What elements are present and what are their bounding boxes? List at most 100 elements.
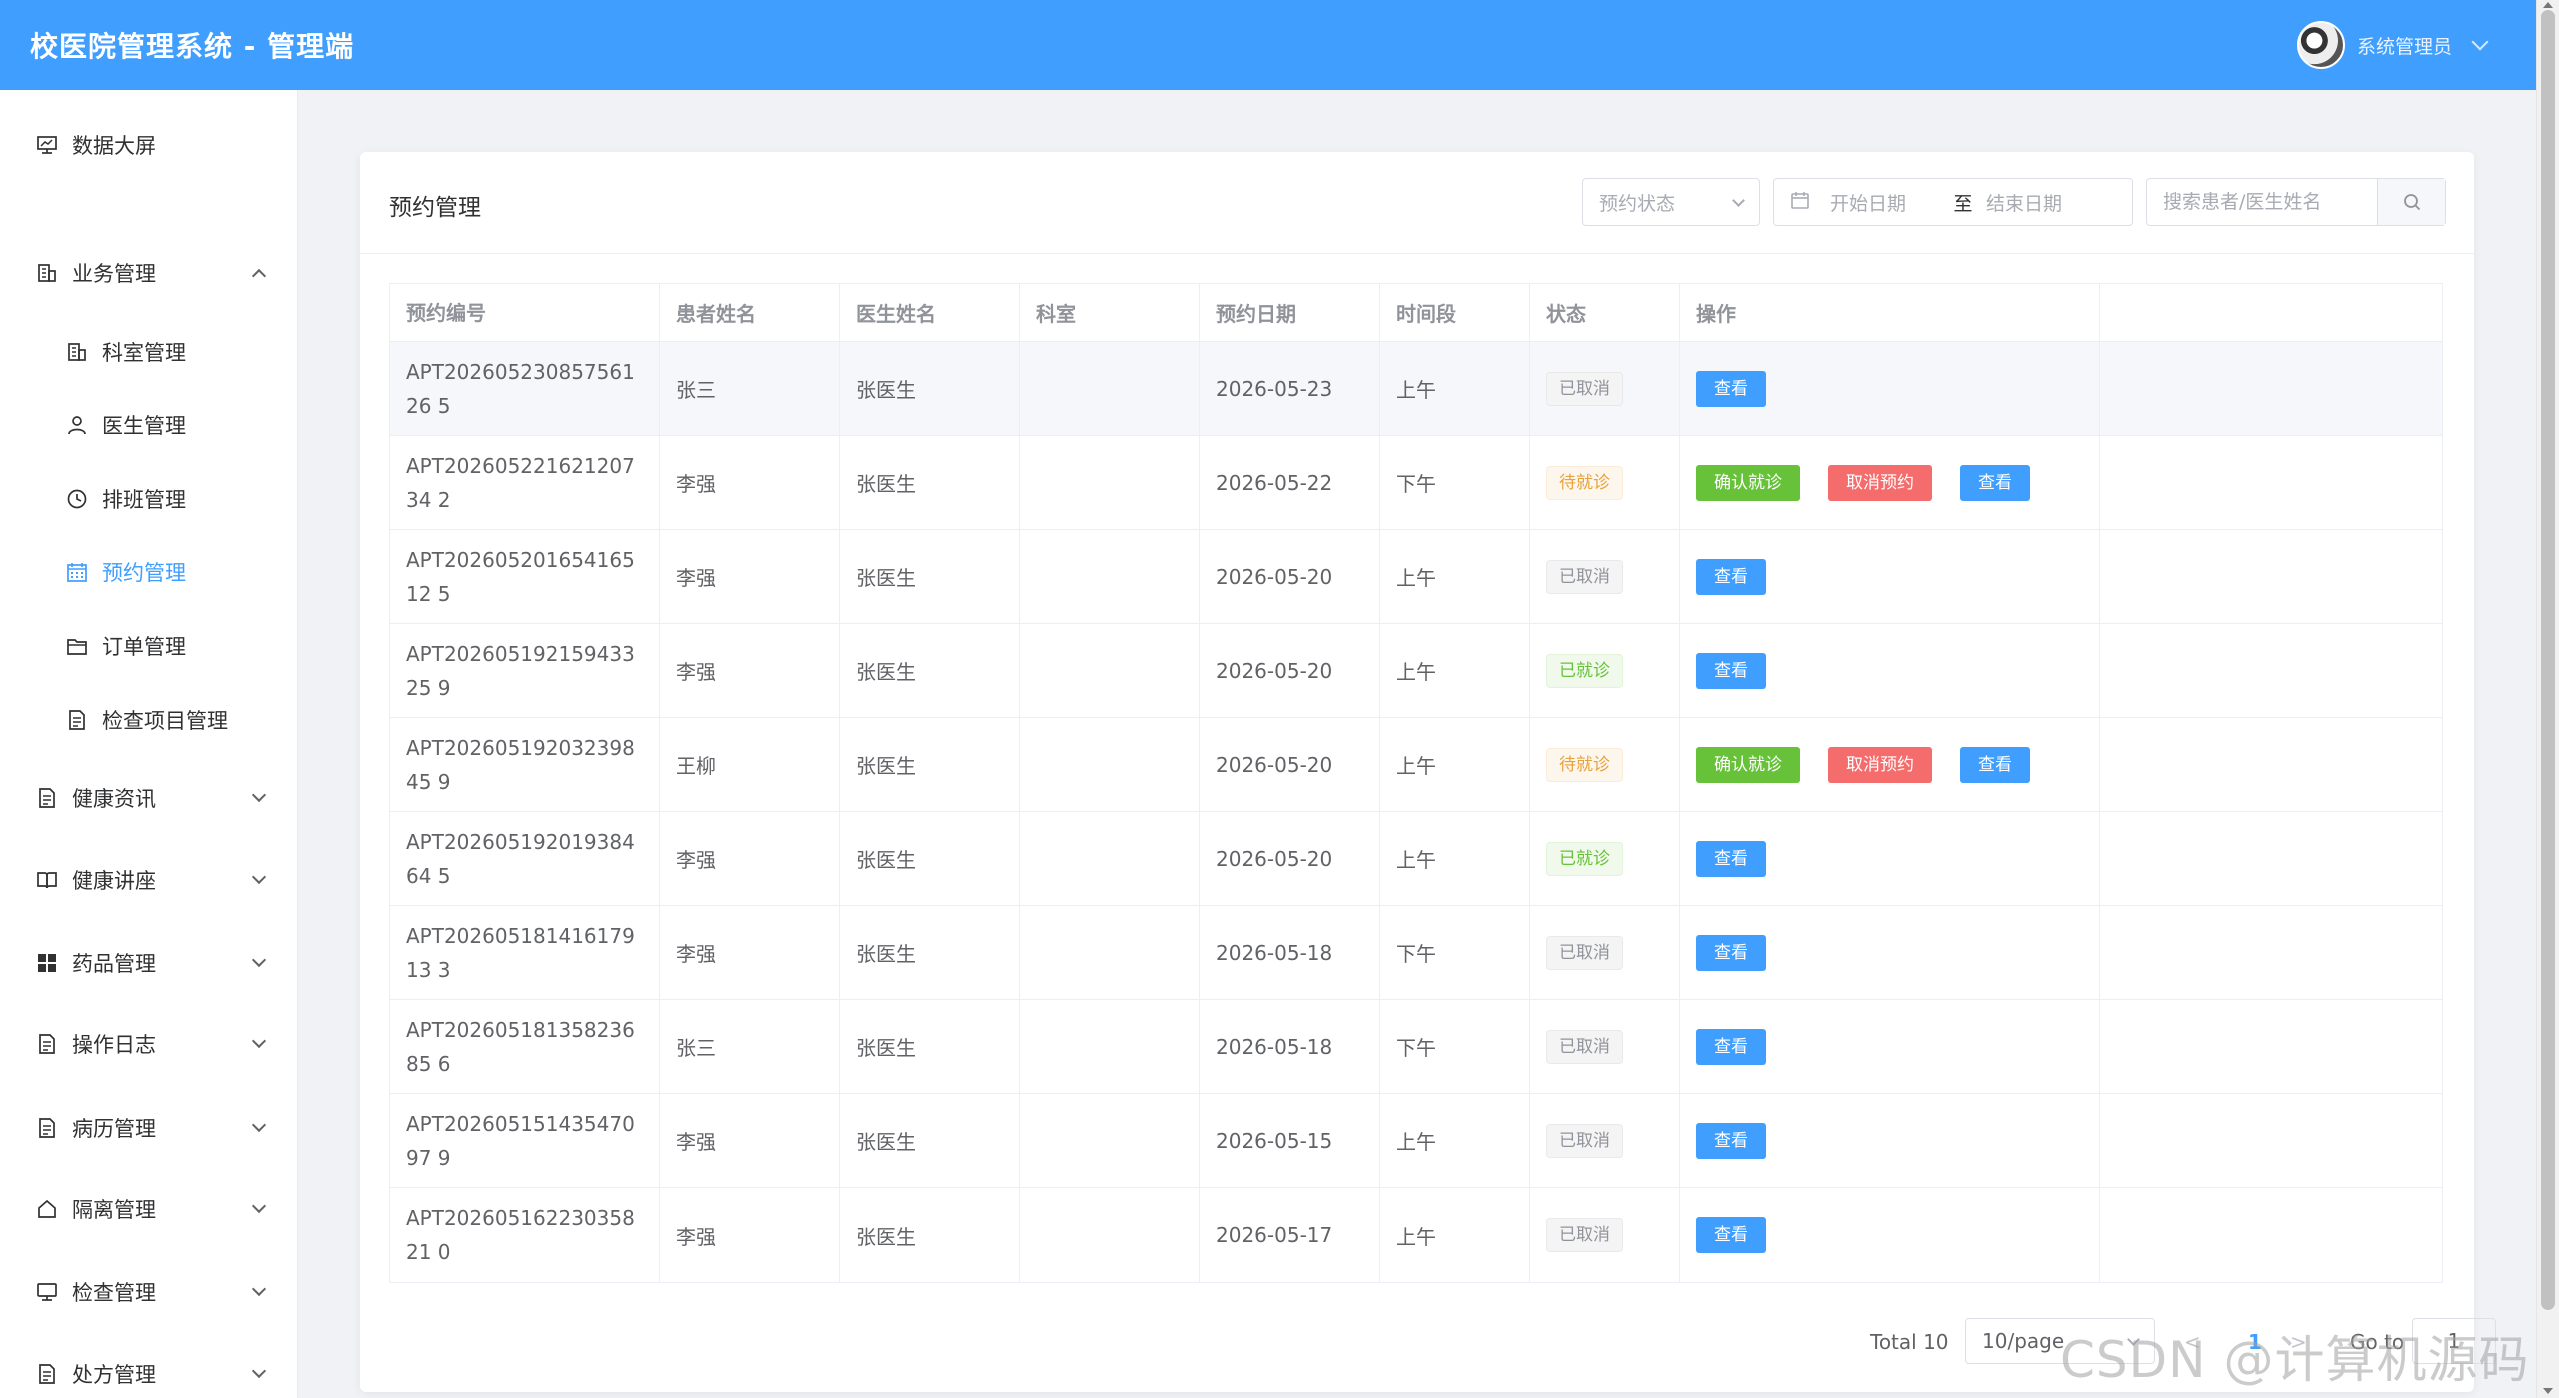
sidebar-item[interactable]: 检查管理 xyxy=(0,1262,298,1322)
avatar[interactable] xyxy=(2296,21,2345,69)
sidebar-item[interactable]: 隔离管理 xyxy=(0,1179,298,1239)
sidebar-item[interactable]: 业务管理 xyxy=(0,243,298,303)
sidebar-item-label: 订单管理 xyxy=(102,635,186,659)
column-header: 状态 xyxy=(1530,284,1680,341)
table-row[interactable]: APT20260518141617913 3 李强 张医生 2026-05-18 下午已… xyxy=(390,906,2442,1000)
view-button[interactable]: 查看 xyxy=(1696,1122,1766,1159)
cell-filler xyxy=(2100,906,2442,999)
sidebar-item[interactable]: 排班管理 xyxy=(0,469,298,529)
cell-date: 2026-05-20 xyxy=(1200,530,1380,623)
table-row[interactable]: APT20260523085756126 5 张三 张医生 2026-05-23 上午已… xyxy=(390,342,2442,436)
end-date-input[interactable]: 结束日期 xyxy=(1986,189,2096,216)
table-row[interactable]: APT20260516223035821 0 李强 张医生 2026-05-17 上午已… xyxy=(390,1188,2442,1282)
vertical-scrollbar[interactable] xyxy=(2536,0,2559,1398)
chevron-down-icon xyxy=(2127,1332,2140,1346)
user-icon xyxy=(64,412,90,438)
sidebar-item[interactable]: 药品管理 xyxy=(0,933,298,993)
chevron-down-icon[interactable] xyxy=(2471,33,2489,51)
document-icon xyxy=(34,1361,60,1387)
table-row[interactable]: APT20260518135823685 6 张三 张医生 2026-05-18 下午已… xyxy=(390,1000,2442,1094)
cell-date: 2026-05-23 xyxy=(1200,342,1380,435)
next-page-button[interactable]: > xyxy=(2290,1330,2307,1354)
view-button[interactable]: 查看 xyxy=(1960,464,2030,501)
cell-id: APT20260519215943325 9 xyxy=(390,624,660,717)
sidebar-item[interactable]: 预约管理 xyxy=(0,542,298,602)
cell-slot: 上午 xyxy=(1380,1188,1530,1282)
sidebar-item[interactable]: 医生管理 xyxy=(0,395,298,455)
sidebar-item[interactable]: 科室管理 xyxy=(0,322,298,382)
goto-page-input[interactable]: 1 xyxy=(2412,1318,2496,1364)
confirm-visit-button[interactable]: 确认就诊 xyxy=(1696,464,1800,501)
chevron-down-icon xyxy=(1732,193,1745,207)
sidebar-item[interactable]: 数据大屏 xyxy=(0,115,298,175)
cell-doctor: 张医生 xyxy=(840,1188,1020,1282)
cell-filler xyxy=(2100,812,2442,905)
cell-status: 待就诊 xyxy=(1530,436,1680,529)
sidebar-item-label: 处方管理 xyxy=(72,1363,156,1387)
view-button[interactable]: 查看 xyxy=(1696,840,1766,877)
table-row[interactable]: APT20260522162120734 2 李强 张医生 2026-05-22 下午待… xyxy=(390,436,2442,530)
table-row[interactable]: APT20260519215943325 9 李强 张医生 2026-05-20 上午已… xyxy=(390,624,2442,718)
view-button[interactable]: 查看 xyxy=(1696,1028,1766,1065)
view-button[interactable]: 查看 xyxy=(1696,558,1766,595)
search-button[interactable] xyxy=(2377,179,2445,225)
dashboard-icon xyxy=(34,132,60,158)
cell-patient: 李强 xyxy=(660,906,840,999)
sidebar-item-label: 业务管理 xyxy=(72,262,156,287)
sidebar-item-label: 药品管理 xyxy=(72,951,156,976)
view-button[interactable]: 查看 xyxy=(1696,934,1766,971)
scroll-up-arrow[interactable] xyxy=(2543,2,2553,8)
cell-actions: 查看 xyxy=(1680,1188,2100,1282)
cell-actions: 确认就诊 取消预约 查看 xyxy=(1680,436,2100,529)
sidebar-item[interactable]: 健康资讯 xyxy=(0,768,298,828)
top-header: 校医院管理系统 - 管理端 系统管理员 xyxy=(0,0,2536,90)
page-number-1[interactable]: 1 xyxy=(2248,1330,2262,1354)
confirm-visit-button[interactable]: 确认就诊 xyxy=(1696,746,1800,783)
chevron-down-icon xyxy=(251,1199,267,1214)
sidebar-item[interactable]: 处方管理 xyxy=(0,1344,298,1398)
cell-doctor: 张医生 xyxy=(840,718,1020,811)
sidebar-item[interactable]: 健康讲座 xyxy=(0,850,298,910)
cell-doctor: 张医生 xyxy=(840,530,1020,623)
status-badge: 已取消 xyxy=(1546,371,1623,406)
search-box xyxy=(2146,178,2446,226)
cell-filler xyxy=(2100,1188,2442,1282)
cell-actions: 查看 xyxy=(1680,624,2100,717)
status-badge: 已取消 xyxy=(1546,559,1623,594)
search-input[interactable] xyxy=(2147,180,2377,224)
user-menu[interactable]: 系统管理员 xyxy=(2296,21,2489,69)
cell-patient: 张三 xyxy=(660,1000,840,1093)
user-name[interactable]: 系统管理员 xyxy=(2357,32,2452,59)
pagination: Total 10 10/page < 1 > Go to 1 xyxy=(360,1318,2496,1366)
folder-icon xyxy=(64,633,90,659)
prev-page-button[interactable]: < xyxy=(2184,1330,2201,1354)
cancel-appointment-button[interactable]: 取消预约 xyxy=(1828,746,1932,783)
sidebar-item[interactable]: 订单管理 xyxy=(0,616,298,676)
sidebar: 数据大屏业务管理科室管理医生管理排班管理预约管理订单管理检查项目管理 健康资讯健康… xyxy=(0,90,298,1398)
sidebar-item[interactable]: 病历管理 xyxy=(0,1098,298,1158)
table-row[interactable]: APT20260519201938464 5 李强 张医生 2026-05-20 上午已… xyxy=(390,812,2442,906)
table-row[interactable]: APT20260519203239845 9 王柳 张医生 2026-05-20 上午待… xyxy=(390,718,2442,812)
view-button[interactable]: 查看 xyxy=(1696,370,1766,407)
sidebar-item[interactable]: 检查项目管理 xyxy=(0,690,298,750)
start-date-input[interactable]: 开始日期 xyxy=(1830,189,1940,216)
cancel-appointment-button[interactable]: 取消预约 xyxy=(1828,464,1932,501)
view-button[interactable]: 查看 xyxy=(1696,652,1766,689)
scrollbar-thumb[interactable] xyxy=(2541,10,2555,1310)
view-button[interactable]: 查看 xyxy=(1960,746,2030,783)
scroll-down-arrow[interactable] xyxy=(2543,1388,2553,1394)
document-icon xyxy=(34,785,60,811)
chevron-down-icon xyxy=(251,869,267,884)
column-header: 科室 xyxy=(1020,284,1200,341)
view-button[interactable]: 查看 xyxy=(1696,1217,1766,1253)
sidebar-item[interactable]: 操作日志 xyxy=(0,1014,298,1074)
table-row[interactable]: APT20260520165416512 5 李强 张医生 2026-05-20 上午已… xyxy=(390,530,2442,624)
status-badge: 已取消 xyxy=(1546,1218,1623,1252)
status-select[interactable]: 预约状态 xyxy=(1582,178,1760,226)
cell-date: 2026-05-20 xyxy=(1200,624,1380,717)
sidebar-item-label: 操作日志 xyxy=(72,1033,156,1058)
sidebar-item-label: 排班管理 xyxy=(102,487,186,512)
date-range-picker[interactable]: 开始日期 至 结束日期 xyxy=(1773,178,2133,226)
page-size-select[interactable]: 10/page xyxy=(1965,1318,2155,1364)
table-row[interactable]: APT20260515143547097 9 李强 张医生 2026-05-15 上午已… xyxy=(390,1094,2442,1188)
